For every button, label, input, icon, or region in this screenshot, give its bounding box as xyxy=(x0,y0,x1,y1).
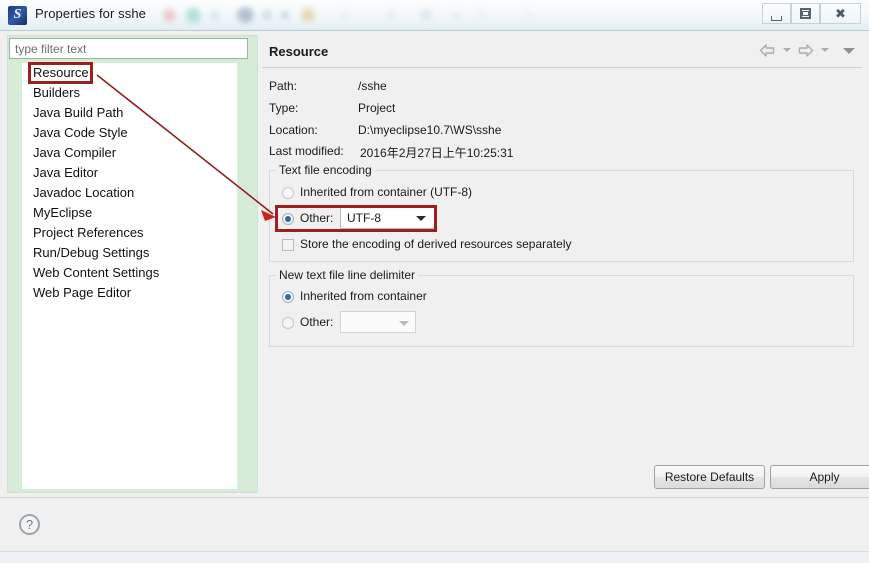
sidebar-item-label: Javadoc Location xyxy=(33,185,135,200)
store-encoding-label: Store the encoding of derived resources … xyxy=(300,237,572,251)
encoding-combo-value: UTF-8 xyxy=(347,211,381,225)
decorative-dot xyxy=(420,9,432,20)
sidebar-item-label: Java Compiler xyxy=(33,145,117,160)
sidebar-item-java-compiler[interactable]: Java Compiler xyxy=(33,143,116,163)
sidebar-item-label: Java Editor xyxy=(33,165,99,180)
encoding-inherited-label: Inherited from container (UTF-8) xyxy=(300,185,473,199)
eclipse-icon-glyph: S xyxy=(13,7,22,22)
properties-dialog: S Properties for sshe ✖ type filter text xyxy=(0,0,869,563)
type-value: Project xyxy=(358,101,396,115)
sidebar-item-label: Builders xyxy=(33,85,80,100)
chevron-down-icon xyxy=(416,216,426,221)
window-title: Properties for sshe xyxy=(35,6,147,21)
sidebar-item-web-page-editor[interactable]: Web Page Editor xyxy=(33,283,131,303)
minimize-icon xyxy=(771,16,782,21)
sidebar-item-myeclipse[interactable]: MyEclipse xyxy=(33,203,92,223)
decorative-dot xyxy=(281,11,289,19)
back-arrow-icon[interactable] xyxy=(759,43,776,58)
text-file-encoding-group-title: Text file encoding xyxy=(276,163,375,177)
sidebar-item-run-debug-settings[interactable]: Run/Debug Settings xyxy=(33,243,149,263)
decorative-dot xyxy=(186,8,201,23)
decorative-dot xyxy=(301,8,315,22)
help-button[interactable]: ? xyxy=(19,514,40,535)
restore-defaults-button[interactable]: Restore Defaults xyxy=(654,465,765,489)
close-icon: ✖ xyxy=(835,6,846,21)
maximize-icon-inner xyxy=(802,11,809,16)
resource-page: Resource Path: /sshe Type: Project Locat… xyxy=(262,35,869,493)
decorative-dot xyxy=(262,10,272,20)
delimiter-other-radio[interactable] xyxy=(282,317,294,329)
encoding-combo[interactable]: UTF-8 xyxy=(340,206,435,229)
back-dropdown-icon[interactable] xyxy=(783,48,791,52)
sidebar-item-label: Project References xyxy=(33,225,144,240)
decorative-dot xyxy=(452,11,461,19)
decorative-dot xyxy=(237,7,254,23)
decorative-dot xyxy=(478,10,487,18)
forward-arrow-icon[interactable] xyxy=(797,43,814,58)
delimiter-inherited-radio[interactable] xyxy=(282,291,294,303)
encoding-other-label: Other: xyxy=(300,211,334,225)
search-input-placeholder: type filter text xyxy=(15,42,87,56)
decorative-dot xyxy=(524,11,532,18)
store-encoding-checkbox[interactable] xyxy=(282,239,294,251)
view-menu-icon[interactable] xyxy=(843,48,855,54)
path-label: Path: xyxy=(269,79,298,93)
sidebar-item-resource[interactable]: Resource xyxy=(33,63,89,83)
sidebar-item-label: Run/Debug Settings xyxy=(33,245,150,260)
encoding-other-radio[interactable] xyxy=(282,213,294,225)
apply-button[interactable]: Apply xyxy=(770,465,869,489)
sidebar-item-java-code-style[interactable]: Java Code Style xyxy=(33,123,128,143)
sidebar-item-label: Java Code Style xyxy=(33,125,128,140)
sidebar-item-web-content-settings[interactable]: Web Content Settings xyxy=(33,263,159,283)
sidebar-item-label: MyEclipse xyxy=(33,205,93,220)
close-button[interactable]: ✖ xyxy=(820,3,861,24)
delimiter-inherited-label: Inherited from container xyxy=(300,289,427,303)
delimiter-combo[interactable] xyxy=(340,311,416,333)
last-modified-value: 2016年2月27日上午10:25:31 xyxy=(360,146,514,160)
path-value: /sshe xyxy=(358,79,387,93)
type-label: Type: xyxy=(269,101,299,115)
sidebar-item-java-build-path[interactable]: Java Build Path xyxy=(33,103,123,123)
location-value: D:\myeclipse10.7\WS\sshe xyxy=(358,123,502,137)
forward-dropdown-icon[interactable] xyxy=(821,48,829,52)
decorative-dot xyxy=(386,10,396,19)
sidebar-item-java-editor[interactable]: Java Editor xyxy=(33,163,98,183)
delimiter-other-label: Other: xyxy=(300,315,334,329)
line-delimiter-group-title: New text file line delimiter xyxy=(276,268,419,282)
footer-strip xyxy=(0,551,869,563)
title-divider xyxy=(262,67,862,68)
sidebar-item-builders[interactable]: Builders xyxy=(33,83,80,103)
sidebar-item-label: Web Content Settings xyxy=(33,265,160,280)
sidebar-item-javadoc-location[interactable]: Javadoc Location xyxy=(33,183,134,203)
sidebar-item-project-references[interactable]: Project References xyxy=(33,223,144,243)
sidebar-item-label: Web Page Editor xyxy=(33,285,132,300)
eclipse-properties-icon: S xyxy=(8,6,27,25)
page-title: Resource xyxy=(269,44,329,59)
title-bar: S Properties for sshe ✖ xyxy=(0,0,869,31)
chevron-down-icon xyxy=(399,321,409,326)
sidebar-item-label: Java Build Path xyxy=(33,105,124,120)
decorative-dot xyxy=(163,9,176,22)
sidebar-item-label: Resource xyxy=(33,65,89,80)
settings-tree-list[interactable]: Resource Builders Java Build Path Java C… xyxy=(22,63,237,489)
minimize-button[interactable] xyxy=(762,3,791,24)
encoding-inherited-radio[interactable] xyxy=(282,187,294,199)
decorative-dot xyxy=(340,11,349,19)
maximize-button[interactable] xyxy=(791,3,820,24)
decorative-dot xyxy=(210,11,219,20)
last-modified-label: Last modified: xyxy=(269,144,344,158)
search-input[interactable]: type filter text xyxy=(9,38,248,59)
location-label: Location: xyxy=(269,123,318,137)
